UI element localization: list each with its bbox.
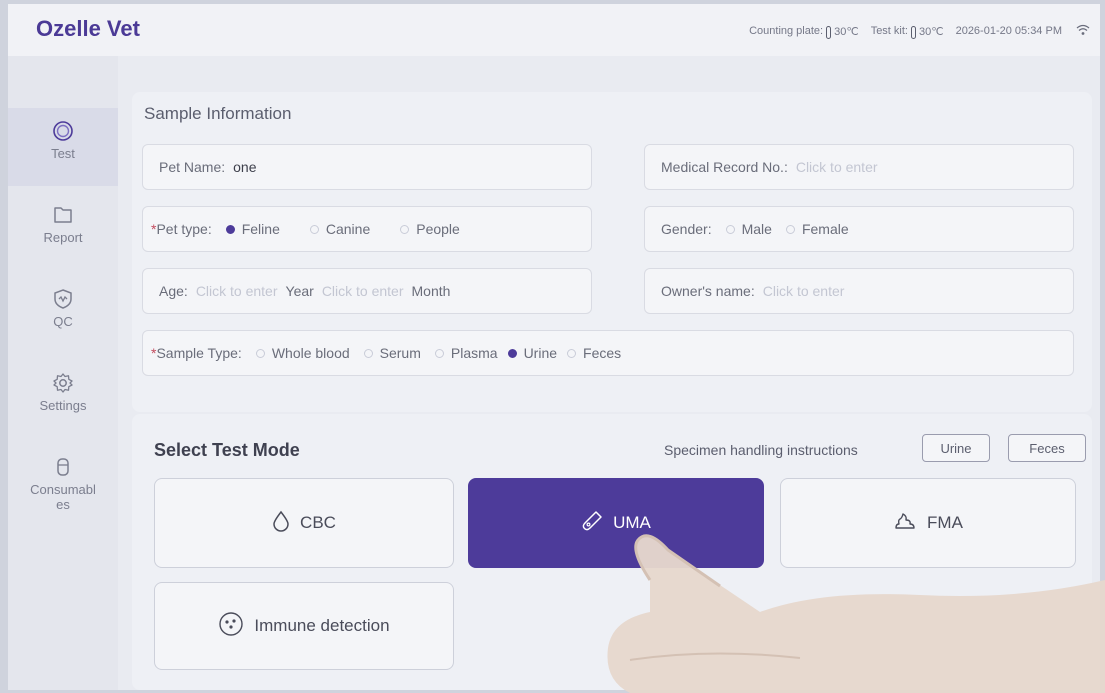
- radio-serum[interactable]: Serum: [363, 345, 421, 361]
- radio-whole-blood[interactable]: Whole blood: [255, 345, 350, 361]
- age-year-input[interactable]: Click to enter: [196, 283, 278, 299]
- pet-name-field[interactable]: Pet Name: one: [142, 144, 592, 190]
- test-tube-icon: [581, 510, 613, 537]
- pet-type-label: Pet type:: [156, 221, 212, 237]
- datetime: 2026-01-20 05:34 PM: [955, 25, 1062, 37]
- radio-dot: [255, 348, 265, 358]
- thermometer-icon: [910, 25, 916, 39]
- cbc-button[interactable]: CBC: [154, 478, 454, 568]
- device-screen: Ozelle Vet Counting plate: 30℃ Test kit:…: [8, 4, 1100, 690]
- immune-icon: [218, 611, 254, 642]
- radio-dot: [309, 224, 319, 234]
- radio-dot: [363, 348, 373, 358]
- consumables-icon: [52, 456, 74, 478]
- pet-type-field: * Pet type: Feline Canine People: [142, 206, 592, 252]
- test-icon: [52, 120, 74, 142]
- counting-plate-label: Counting plate:: [749, 25, 824, 37]
- radio-dot: [400, 224, 410, 234]
- age-year-unit: Year: [285, 283, 314, 299]
- sidebar-item-label: es: [56, 497, 70, 512]
- sidebar-item-label: Test: [51, 146, 75, 161]
- urine-instructions-button[interactable]: Urine: [922, 434, 990, 462]
- sample-information-panel: Sample Information Pet Name: one Medical…: [132, 92, 1092, 412]
- radio-dot: [725, 224, 735, 234]
- radio-dot: [785, 224, 795, 234]
- test-mode-panel: Select Test Mode Specimen handling instr…: [132, 414, 1092, 690]
- gender-label: Gender:: [661, 221, 712, 237]
- sidebar-item-test[interactable]: Test: [8, 108, 118, 186]
- sample-type-label: Sample Type:: [156, 345, 242, 361]
- sidebar-item-label: Settings: [39, 398, 87, 413]
- main-content: Sample Information Pet Name: one Medical…: [132, 56, 1092, 690]
- test-kit-label: Test kit:: [870, 25, 908, 37]
- sidebar-item-report[interactable]: Report: [8, 192, 118, 270]
- sidebar-item-label: Consumabl: [30, 482, 96, 497]
- radio-female[interactable]: Female: [785, 221, 849, 237]
- gear-icon: [52, 372, 74, 394]
- radio-plasma[interactable]: Plasma: [434, 345, 498, 361]
- medical-record-placeholder: Click to enter: [795, 159, 878, 175]
- gender-field: Gender: Male Female: [644, 206, 1074, 252]
- radio-dot: [225, 224, 235, 234]
- section-title: Sample Information: [144, 104, 292, 123]
- pet-name-label: Pet Name:: [159, 159, 226, 175]
- wifi-icon: [1076, 23, 1090, 39]
- sample-type-field: * Sample Type: Whole blood Serum Plasma …: [142, 330, 1074, 376]
- top-bar: Ozelle Vet Counting plate: 30℃ Test kit:…: [8, 4, 1100, 56]
- radio-dot: [434, 348, 444, 358]
- status-bar: Counting plate: 30℃ Test kit: 30℃ 2026-0…: [749, 23, 1090, 39]
- owner-name-placeholder: Click to enter: [762, 283, 845, 299]
- uma-button[interactable]: UMA: [468, 478, 764, 568]
- medical-record-label: Medical Record No.:: [661, 159, 788, 175]
- radio-male[interactable]: Male: [725, 221, 772, 237]
- radio-feces[interactable]: Feces: [567, 345, 621, 361]
- thermometer-icon: [826, 25, 832, 39]
- radio-dot: [507, 348, 517, 358]
- sidebar-item-label: QC: [53, 314, 73, 329]
- counting-plate-temp: 30℃: [834, 25, 859, 38]
- radio-urine[interactable]: Urine: [507, 345, 557, 361]
- age-label: Age:: [159, 283, 188, 299]
- immune-detection-button[interactable]: Immune detection: [154, 582, 454, 670]
- age-field: Age: Click to enter Year Click to enter …: [142, 268, 592, 314]
- sidebar-item-settings[interactable]: Settings: [8, 360, 118, 438]
- section-title: Select Test Mode: [154, 440, 300, 460]
- age-month-unit: Month: [411, 283, 451, 299]
- cbc-label: CBC: [300, 513, 336, 532]
- feces-instructions-button[interactable]: Feces: [1008, 434, 1086, 462]
- qc-icon: [52, 288, 74, 310]
- specimen-instructions-label: Specimen handling instructions: [664, 442, 858, 458]
- uma-label: UMA: [613, 513, 651, 532]
- sidebar-item-label: Report: [43, 230, 83, 245]
- fma-button[interactable]: FMA: [780, 478, 1076, 568]
- medical-record-field[interactable]: Medical Record No.: Click to enter: [644, 144, 1074, 190]
- radio-canine[interactable]: Canine: [309, 221, 370, 237]
- test-kit-temp: 30℃: [918, 25, 944, 38]
- immune-detection-label: Immune detection: [254, 616, 390, 635]
- report-icon: [52, 204, 74, 226]
- radio-people[interactable]: People: [400, 221, 460, 237]
- owner-name-label: Owner's name:: [661, 283, 755, 299]
- age-month-input[interactable]: Click to enter: [322, 283, 404, 299]
- owner-name-field[interactable]: Owner's name: Click to enter: [644, 268, 1074, 314]
- app-title: Ozelle Vet: [36, 16, 140, 41]
- feces-icon: [893, 510, 927, 537]
- drop-icon: [272, 510, 300, 537]
- sidebar-item-consumables[interactable]: Consumabl es: [8, 444, 118, 540]
- radio-feline[interactable]: Feline: [225, 221, 280, 237]
- pet-name-value: one: [233, 159, 257, 175]
- radio-dot: [567, 348, 577, 358]
- fma-label: FMA: [927, 513, 963, 532]
- sidebar: Test Report QC Settings Consumabl es: [8, 56, 118, 690]
- sidebar-item-qc[interactable]: QC: [8, 276, 118, 354]
